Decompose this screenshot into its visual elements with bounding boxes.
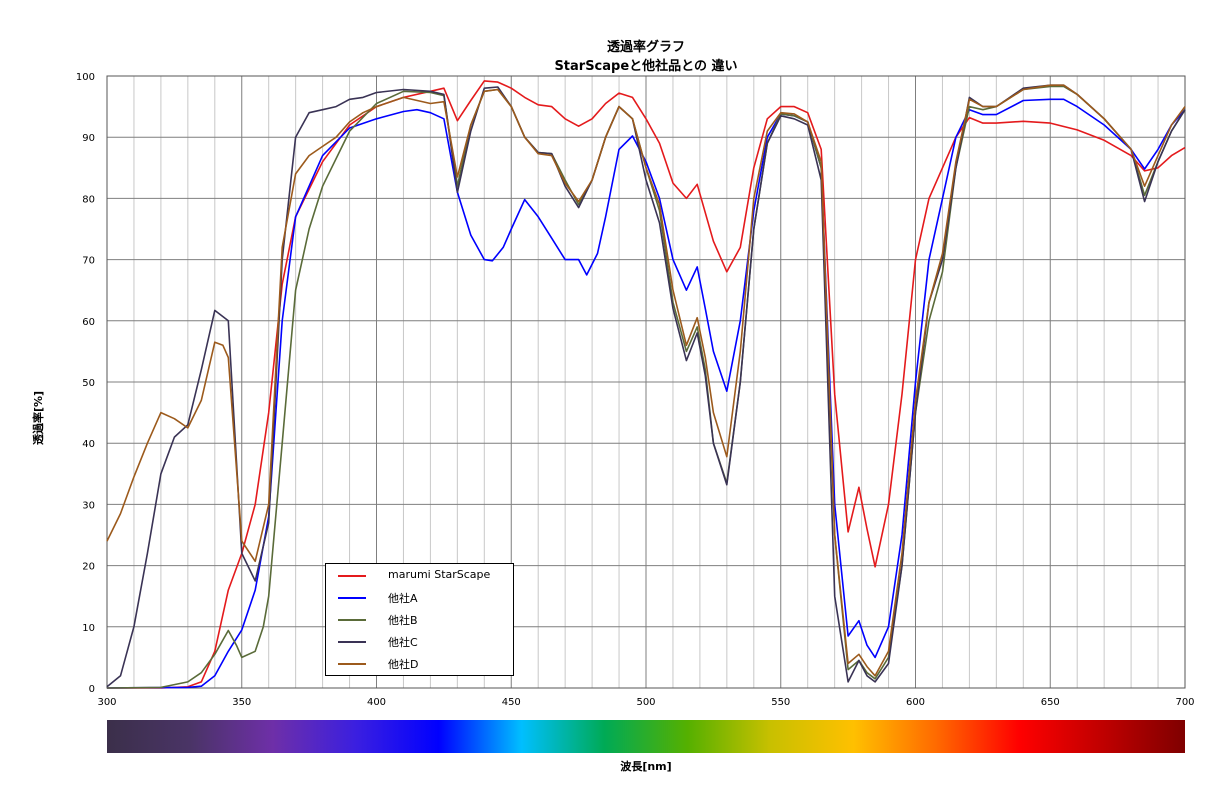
legend-swatch: [338, 641, 366, 643]
x-tick-label: 650: [1041, 697, 1060, 708]
y-tick-label: 100: [76, 72, 95, 83]
legend-item: 他社B: [326, 610, 513, 630]
legend-item: 他社C: [326, 632, 513, 652]
x-tick-label: 450: [502, 697, 521, 708]
legend-swatch: [338, 663, 366, 665]
x-tick-label: 550: [771, 697, 790, 708]
y-tick-label: 90: [82, 133, 95, 144]
y-tick-label: 40: [82, 439, 95, 450]
x-axis-label: 波長[nm]: [620, 760, 672, 773]
x-tick-label: 300: [97, 697, 116, 708]
wavelength-spectrum-bar: [107, 720, 1185, 753]
y-tick-label: 0: [89, 684, 95, 695]
legend-swatch: [338, 575, 366, 577]
legend-item: 他社A: [326, 588, 513, 608]
y-tick-label: 80: [82, 194, 95, 205]
x-tick-label: 500: [636, 697, 655, 708]
legend-label: 他社B: [388, 614, 418, 627]
legend-item: marumi StarScape: [326, 566, 513, 586]
transmittance-chart: 300 350 400 450 500 550 600 650 700 0 10 20 30 40 50 60…: [76, 72, 1195, 708]
y-tick-label: 50: [82, 378, 95, 389]
legend: marumi StarScape 他社A 他社B 他社C 他社D: [325, 563, 514, 676]
x-tick-label: 400: [367, 697, 386, 708]
y-tick-label: 60: [82, 317, 95, 328]
y-tick-label: 10: [82, 623, 95, 634]
y-tick-label: 30: [82, 500, 95, 511]
axis-ticks: 300 350 400 450 500 550 600 650 700 0 10 20 30 40 50 60…: [76, 72, 1195, 708]
x-tick-label: 350: [232, 697, 251, 708]
y-axis-label: 透過率[%]: [32, 390, 45, 446]
y-tick-label: 70: [82, 256, 95, 267]
x-tick-label: 700: [1175, 697, 1194, 708]
x-tick-label: 600: [906, 697, 925, 708]
y-tick-label: 20: [82, 562, 95, 573]
legend-item: 他社D: [326, 654, 513, 674]
legend-swatch: [338, 619, 366, 621]
legend-label: marumi StarScape: [388, 568, 491, 581]
legend-swatch: [338, 597, 366, 599]
legend-label: 他社D: [388, 658, 419, 671]
legend-label: 他社A: [388, 592, 418, 605]
legend-label: 他社C: [388, 636, 418, 649]
